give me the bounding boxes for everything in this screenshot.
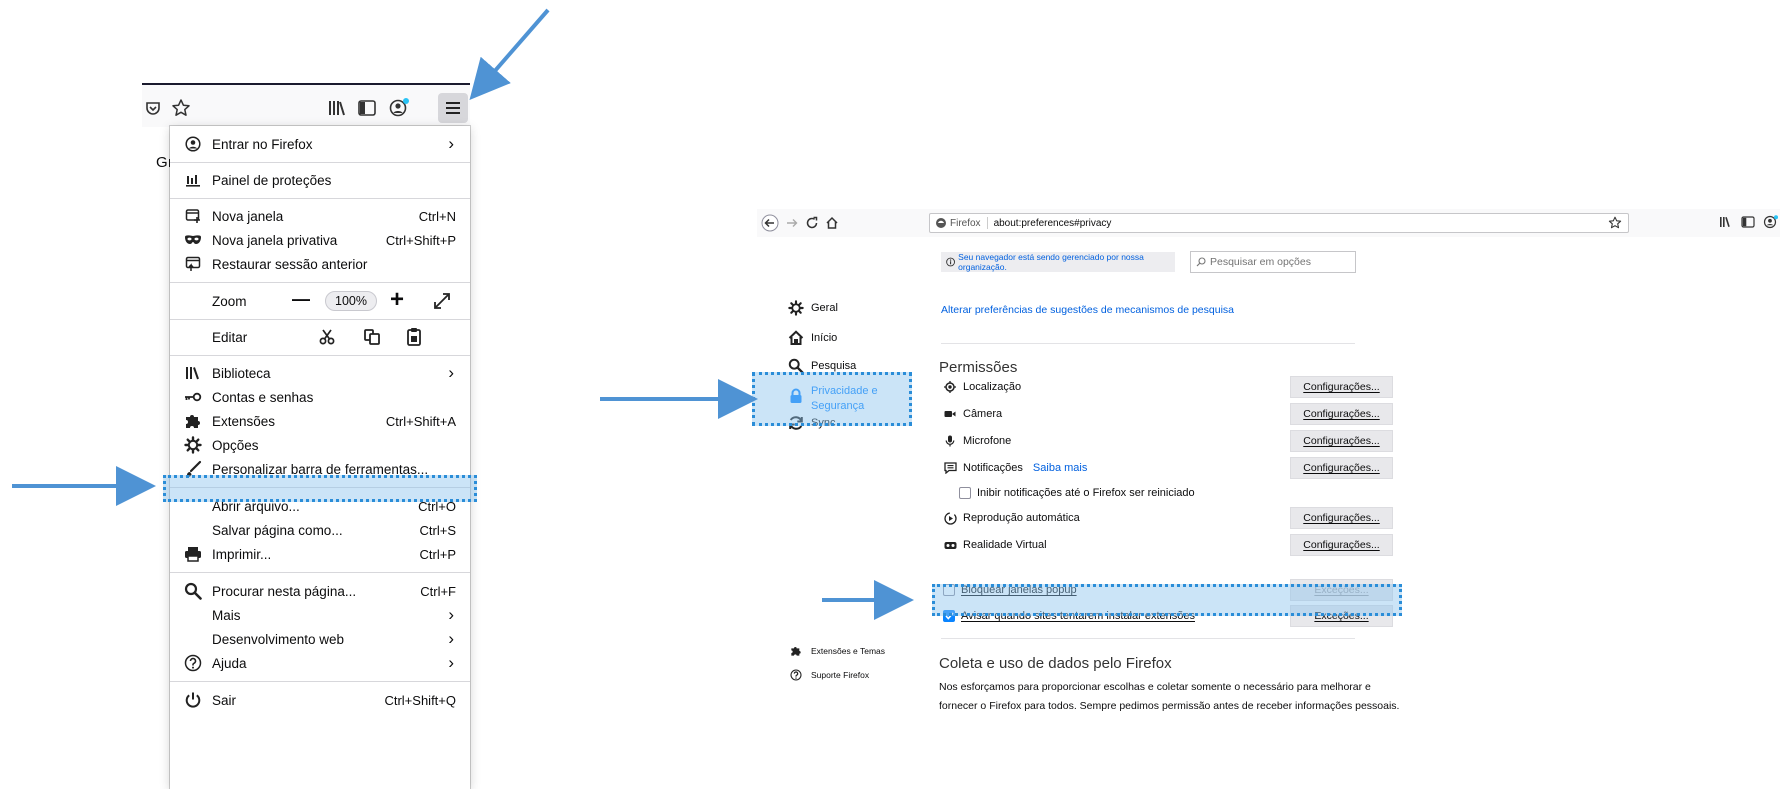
annotation-arrows [12, 8, 914, 620]
arrow-to-menu-button [469, 8, 550, 101]
